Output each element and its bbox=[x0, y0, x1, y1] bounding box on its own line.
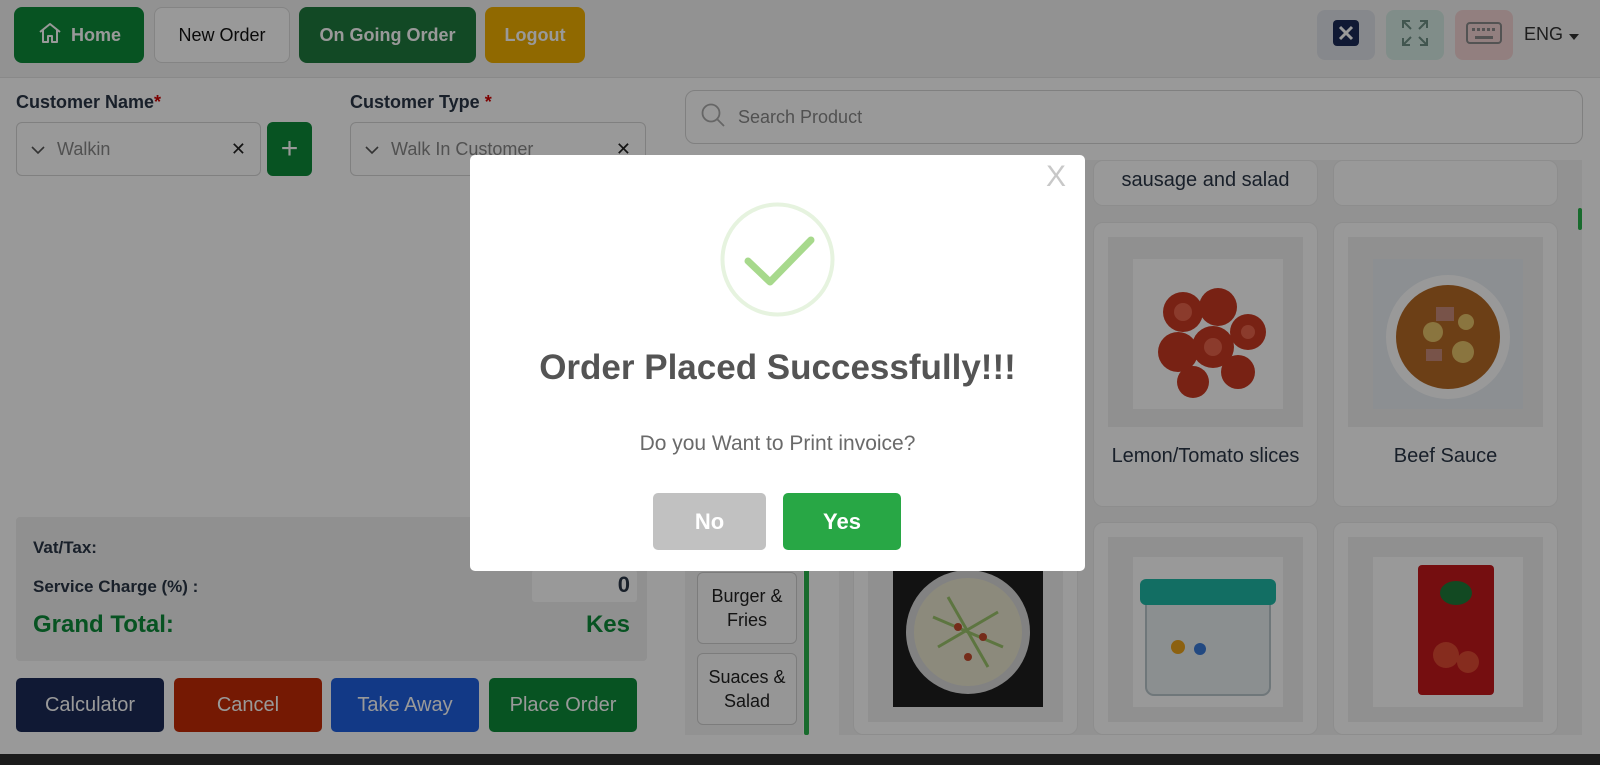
dialog-close-button[interactable]: X bbox=[1046, 160, 1066, 194]
dialog-message: Do you Want to Print invoice? bbox=[639, 432, 916, 455]
success-check-icon bbox=[720, 202, 835, 317]
dialog-title: Order Placed Successfully!!! bbox=[539, 348, 1016, 387]
yes-button[interactable]: Yes bbox=[783, 493, 901, 550]
os-taskbar bbox=[0, 754, 1600, 765]
no-button[interactable]: No bbox=[653, 493, 766, 550]
